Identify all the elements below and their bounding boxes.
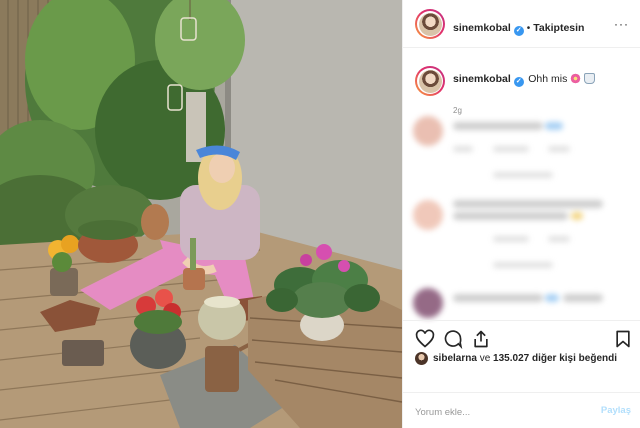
flower-emoji-icon: [570, 73, 582, 84]
comment-meta-blur: [548, 146, 570, 152]
liker-avatar[interactable]: [415, 352, 428, 365]
comment-avatar: [413, 116, 443, 146]
caption-body: sinemkobal ✓ Ohh mis: [453, 69, 596, 87]
post-time[interactable]: 2g: [453, 106, 635, 115]
likes-suffix[interactable]: diğer kişi beğendi: [532, 353, 617, 364]
comment-text-blur: [453, 294, 543, 302]
cup-emoji-icon: [584, 73, 596, 84]
verified-badge-icon: ✓: [513, 77, 524, 87]
comment-avatar: [413, 200, 443, 230]
comment-meta-blur: [493, 146, 529, 152]
comment-text-blur: [453, 200, 603, 208]
comment-meta-blur: [453, 146, 473, 152]
comment-item: [413, 116, 633, 178]
header-user-line: sinemkobal ✓ • Takiptesin: [453, 18, 584, 36]
comment-form: Paylaş: [403, 392, 640, 428]
post-photo[interactable]: [0, 0, 402, 428]
caption-username[interactable]: sinemkobal: [453, 73, 511, 85]
comment-meta-blur: [493, 236, 529, 242]
comment-icon[interactable]: [443, 329, 463, 349]
likes-summary: sibelarna ve 135.027 diğer kişi beğendi: [415, 352, 617, 365]
comment-avatar: [413, 288, 443, 318]
bookmark-icon[interactable]: [613, 329, 633, 349]
comment-text-blur: [453, 122, 543, 130]
liker-username[interactable]: sibelarna: [433, 353, 477, 364]
post-header: sinemkobal ✓ • Takiptesin ···: [403, 0, 640, 48]
post-comment-button[interactable]: Paylaş: [601, 405, 631, 416]
comment-meta-blur: [493, 262, 553, 268]
post-photo-scene: [0, 0, 402, 428]
caption-avatar[interactable]: [415, 66, 445, 96]
caption-text: Ohh mis: [528, 73, 568, 85]
post-sidebar: sinemkobal ✓ • Takiptesin ··· sinemkobal ✓ O…: [402, 0, 640, 428]
comment-text-blur: [545, 294, 559, 302]
caption-avatar-image: [418, 69, 442, 93]
comment-input[interactable]: [415, 403, 585, 421]
share-icon[interactable]: [471, 329, 491, 349]
comment-meta-blur: [548, 236, 570, 242]
likes-connector: ve: [479, 353, 491, 364]
comment-item: [413, 200, 633, 268]
header-separator: •: [526, 23, 531, 34]
comment-meta-blur: [493, 172, 553, 178]
likes-count[interactable]: 135.027: [493, 353, 529, 364]
comment-text-blur: [571, 212, 583, 220]
comment-text-blur: [563, 294, 603, 302]
comment-text-blur: [545, 122, 563, 130]
author-avatar-image: [418, 12, 442, 36]
comment-text-blur: [453, 212, 568, 220]
more-options-icon[interactable]: ···: [614, 17, 629, 31]
caption: sinemkobal ✓ Ohh mis 2g: [415, 66, 635, 115]
verified-badge-icon: ✓: [513, 26, 524, 36]
heart-icon[interactable]: [415, 329, 435, 349]
author-username[interactable]: sinemkobal: [453, 22, 511, 34]
follow-status-button[interactable]: Takiptesin: [533, 22, 584, 34]
author-avatar[interactable]: [415, 9, 445, 39]
